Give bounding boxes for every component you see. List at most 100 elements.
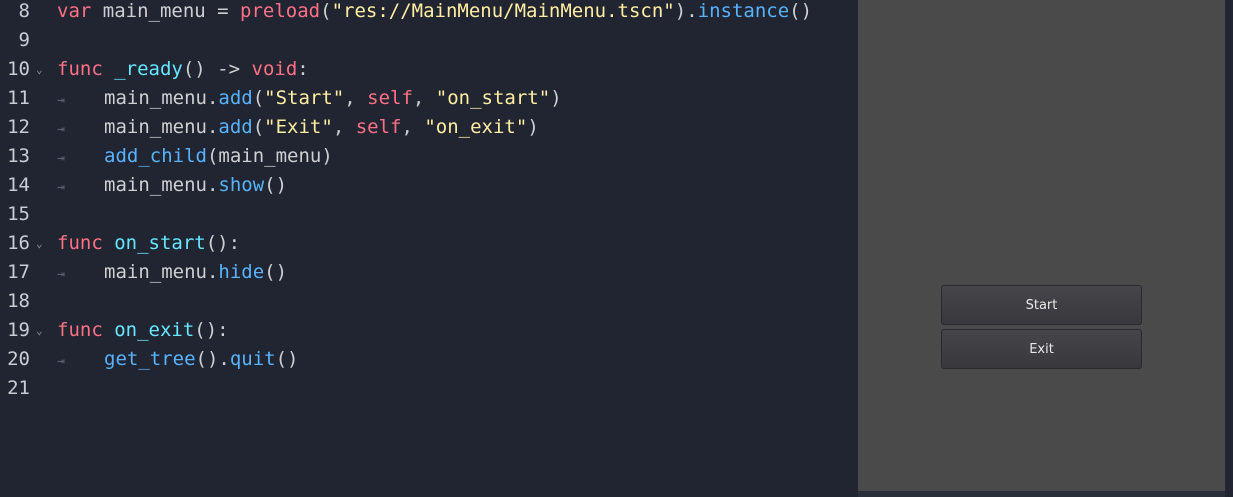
code-token: add_child xyxy=(104,145,207,167)
code-token: self xyxy=(367,87,413,109)
code-token: "res://MainMenu/MainMenu.tscn" xyxy=(331,0,675,22)
code-token: on_start xyxy=(114,232,206,254)
code-line[interactable]: 15 xyxy=(0,200,858,229)
code-line[interactable]: 8 var main_menu = preload("res://MainMenu… xyxy=(0,0,858,26)
line-number: 12 xyxy=(7,116,30,138)
code-line[interactable]: 19 ⌄ func on_exit(): xyxy=(0,316,858,345)
code-line[interactable]: 17 ⇥ main_menu.hide() xyxy=(0,258,858,287)
code-token: ( xyxy=(252,116,265,138)
code-token: (). xyxy=(195,348,230,370)
tab-indent-icon: ⇥ xyxy=(57,93,65,108)
code-token: () xyxy=(275,348,299,370)
code-token: on_exit xyxy=(114,319,195,341)
code-text: var main_menu = preload("res://MainMenu/… xyxy=(57,0,812,26)
code-text: ⇥ main_menu.add("Start", self, "on_start"… xyxy=(57,84,562,115)
code-text: ⇥ main_menu.hide() xyxy=(57,258,287,289)
tab-indent-icon: ⇥ xyxy=(57,180,65,195)
code-token: () xyxy=(264,174,288,196)
code-line[interactable]: 20 ⇥ get_tree().quit() xyxy=(0,345,858,374)
code-token: (): xyxy=(194,319,229,341)
code-line[interactable]: 13 ⇥ add_child(main_menu) xyxy=(0,142,858,171)
code-token: instance xyxy=(697,0,790,22)
code-token: quit xyxy=(229,348,276,370)
code-text: ⇥ add_child(main_menu) xyxy=(57,142,333,173)
code-text: ⇥ main_menu.add("Exit", self, "on_exit") xyxy=(57,113,539,144)
code-token: var xyxy=(57,0,103,22)
game-preview xyxy=(858,0,1225,491)
code-token: ( xyxy=(252,87,265,109)
code-token: ) xyxy=(527,116,539,138)
code-token: , xyxy=(401,116,425,138)
code-token: (): xyxy=(205,232,241,254)
code-text: func _ready() -> void: xyxy=(57,55,309,84)
code-token: _ready xyxy=(114,58,183,80)
code-token: , xyxy=(412,87,436,109)
code-line[interactable]: 11 ⇥ main_menu.add("Start", self, "on_star… xyxy=(0,84,858,113)
line-number: 13 xyxy=(7,145,30,167)
code-token: main_menu. xyxy=(104,261,219,283)
code-token: () xyxy=(789,0,813,22)
line-number: 11 xyxy=(7,87,30,109)
code-line[interactable]: 12 ⇥ main_menu.add("Exit", self, "on_exit"… xyxy=(0,113,858,142)
code-token: ( xyxy=(320,0,332,22)
code-token: () xyxy=(264,261,288,283)
preview-bottom-bar xyxy=(858,491,1225,497)
code-token: "on_exit" xyxy=(424,116,528,138)
fold-arrow-icon[interactable]: ⌄ xyxy=(36,316,43,345)
code-token: func xyxy=(57,319,115,341)
preview-right-edge xyxy=(1225,0,1233,497)
code-token: main_menu. xyxy=(104,87,219,109)
code-text: ⇥ main_menu.show() xyxy=(57,171,287,202)
line-number: 16 xyxy=(7,232,30,254)
code-token: "on_start" xyxy=(435,87,551,109)
code-line[interactable]: 10 ⌄ func _ready() -> void: xyxy=(0,55,858,84)
code-token: get_tree xyxy=(104,348,196,370)
code-token: "Exit" xyxy=(264,116,333,138)
code-token: main_menu. xyxy=(104,174,219,196)
start-button[interactable]: Start xyxy=(941,285,1142,325)
line-number: 19 xyxy=(7,319,30,341)
code-text: ⇥ get_tree().quit() xyxy=(57,345,299,376)
code-token: preload xyxy=(240,0,321,22)
line-number: 17 xyxy=(7,261,30,283)
code-token: add xyxy=(218,116,253,138)
code-token: ) xyxy=(550,87,562,109)
code-token: ( xyxy=(206,145,219,167)
code-token: () xyxy=(182,58,218,80)
exit-button[interactable]: Exit xyxy=(941,329,1142,369)
line-number: 8 xyxy=(18,0,30,22)
code-token: ) xyxy=(321,145,333,167)
line-number: 20 xyxy=(7,348,30,370)
code-line[interactable]: 14 ⇥ main_menu.show() xyxy=(0,171,858,200)
code-token: func xyxy=(57,58,115,80)
code-editor[interactable]: 8 var main_menu = preload("res://MainMenu… xyxy=(0,0,858,497)
code-token: -> xyxy=(217,58,252,80)
code-line[interactable]: 21 xyxy=(0,374,858,403)
line-number: 10 xyxy=(7,58,30,80)
code-text: func on_start(): xyxy=(57,229,240,258)
code-token: "Start" xyxy=(264,87,345,109)
line-number: 21 xyxy=(7,377,30,399)
code-token: ). xyxy=(674,0,698,22)
tab-indent-icon: ⇥ xyxy=(57,151,65,166)
code-token: func xyxy=(57,232,115,254)
code-line[interactable]: 16 ⌄ func on_start(): xyxy=(0,229,858,258)
code-token: , xyxy=(332,116,356,138)
code-token: hide xyxy=(218,261,265,283)
code-line[interactable]: 9 xyxy=(0,26,858,55)
code-token: add xyxy=(218,87,253,109)
line-number: 14 xyxy=(7,174,30,196)
code-token: , xyxy=(344,87,368,109)
code-token: = xyxy=(217,0,241,22)
code-token: self xyxy=(355,116,402,138)
code-text: func on_exit(): xyxy=(57,316,229,345)
fold-arrow-icon[interactable]: ⌄ xyxy=(36,229,43,258)
tab-indent-icon: ⇥ xyxy=(57,267,65,282)
code-line[interactable]: 18 xyxy=(0,287,858,316)
line-number: 9 xyxy=(18,29,30,51)
code-token: : xyxy=(297,58,309,80)
code-token: main_menu xyxy=(218,145,322,167)
code-token: main_menu xyxy=(102,0,218,22)
code-token: void xyxy=(251,58,298,80)
fold-arrow-icon[interactable]: ⌄ xyxy=(36,55,43,84)
